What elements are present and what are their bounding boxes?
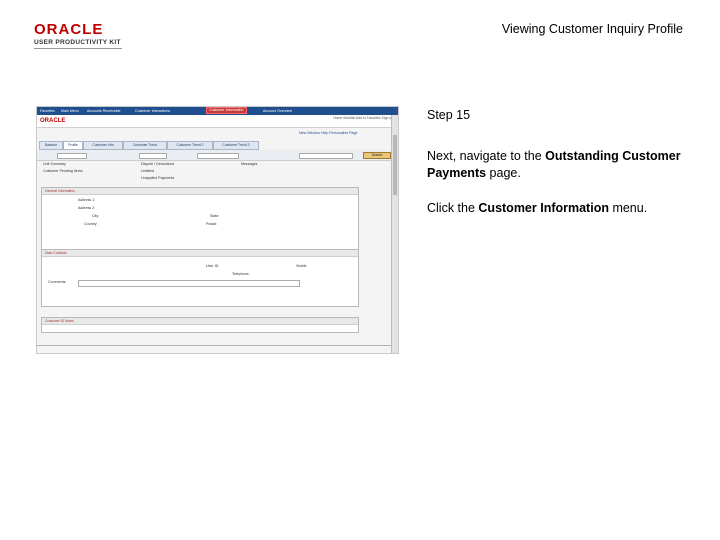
- logo-divider: [34, 48, 122, 49]
- instruction-text: Click the: [427, 201, 479, 215]
- tab-balance[interactable]: Balance: [39, 141, 63, 150]
- tab-customer-trend[interactable]: Customer Trend: [123, 141, 167, 150]
- app-header-links[interactable]: Home Worklist Add to Favorites Sign out: [333, 116, 394, 120]
- app-tab-strip: Balance Profile Customer Info Customer T…: [37, 141, 398, 150]
- app-oracle-logo: ORACLE: [40, 118, 66, 124]
- tab-customer-info[interactable]: Customer Info: [83, 141, 123, 150]
- menu-item-customer-interactions[interactable]: Customer Interactions: [135, 109, 170, 113]
- menu-item-main-menu[interactable]: Main Menu: [61, 109, 79, 113]
- app-label-address2: Address 2:: [78, 206, 96, 210]
- panel-heading: Main Contacts: [42, 250, 358, 257]
- app-label-country: Country:: [84, 222, 98, 226]
- app-label-state: State:: [210, 214, 220, 218]
- app-search-button[interactable]: Search: [363, 152, 391, 159]
- instruction-emphasis: Customer Information: [478, 201, 609, 215]
- scrollbar-thumb[interactable]: [393, 135, 397, 195]
- app-text-messages: Messages: [241, 162, 258, 166]
- menu-item-accounts-receivable[interactable]: Accounts Receivable: [87, 109, 121, 113]
- panel-heading: General Information: [42, 188, 358, 195]
- app-label-address1: Address 1:: [78, 198, 96, 202]
- menu-item-favorites[interactable]: Favorites: [40, 109, 55, 113]
- app-label-visible[interactable]: Visible: [296, 264, 307, 268]
- app-text-row1: Unit Summary: [43, 162, 66, 166]
- step-instruction-2: Click the Customer Information menu.: [427, 200, 697, 217]
- app-field-name[interactable]: [299, 153, 353, 159]
- app-label-city: City:: [92, 214, 100, 218]
- app-text-unbilled: Unbilled: [141, 169, 154, 173]
- panel-heading: Customer ID Notes: [42, 318, 358, 325]
- tab-profile[interactable]: Profile: [63, 141, 83, 150]
- app-brand-bar: ORACLE Home Worklist Add to Favorites Si…: [37, 115, 398, 128]
- oracle-upk-logo: ORACLE USER PRODUCTIVITY KIT: [34, 22, 121, 46]
- tab-customer-trend-3[interactable]: Customer Trend 3: [213, 141, 259, 150]
- app-bottom-divider: [37, 345, 392, 346]
- app-label-user-id: User ID:: [206, 264, 220, 268]
- app-text-row5: Unapplied Payments: [141, 176, 175, 180]
- tab-customer-trend-2[interactable]: Customer Trend 2: [167, 141, 213, 150]
- menu-item-customer-information[interactable]: Customer Information: [206, 107, 247, 114]
- app-comments-box[interactable]: [78, 280, 300, 287]
- app-text-row2: Customer Pending Items: [43, 169, 83, 173]
- page-title: Viewing Customer Inquiry Profile: [501, 22, 683, 36]
- app-label-telephone: Telephone:: [232, 272, 250, 276]
- app-contacts-panel: Main Contacts User ID: Visible Telephone…: [41, 249, 359, 307]
- app-field-setid[interactable]: [139, 153, 167, 159]
- logo-wordmark: ORACLE: [34, 21, 104, 38]
- instruction-text: Next, navigate to the: [427, 149, 546, 163]
- app-text-row3: Dispute / Deductions: [141, 162, 175, 166]
- step-instruction-1: Next, navigate to the Outstanding Custom…: [427, 148, 697, 182]
- app-field-unit[interactable]: [57, 153, 87, 159]
- app-field-customer[interactable]: [197, 153, 239, 159]
- app-notes-panel: Customer ID Notes: [41, 317, 359, 333]
- instruction-text: menu.: [608, 201, 648, 215]
- app-menu-bar: Favorites Main Menu Accounts Receivable …: [37, 107, 398, 115]
- instruction-text: page.: [486, 166, 521, 180]
- application-screenshot[interactable]: Favorites Main Menu Accounts Receivable …: [36, 106, 399, 354]
- app-label-comments: Comments:: [48, 280, 67, 284]
- app-scrollbar[interactable]: [391, 115, 398, 353]
- app-search-toolbar: Search: [37, 150, 398, 161]
- app-page-links[interactable]: New Window Help Personalize Page: [299, 131, 358, 135]
- step-number: Step 15: [427, 108, 471, 122]
- logo-subtitle: USER PRODUCTIVITY KIT: [34, 39, 121, 46]
- menu-item-account-overview[interactable]: Account Overview: [263, 109, 292, 113]
- app-label-postal: Postal:: [206, 222, 217, 226]
